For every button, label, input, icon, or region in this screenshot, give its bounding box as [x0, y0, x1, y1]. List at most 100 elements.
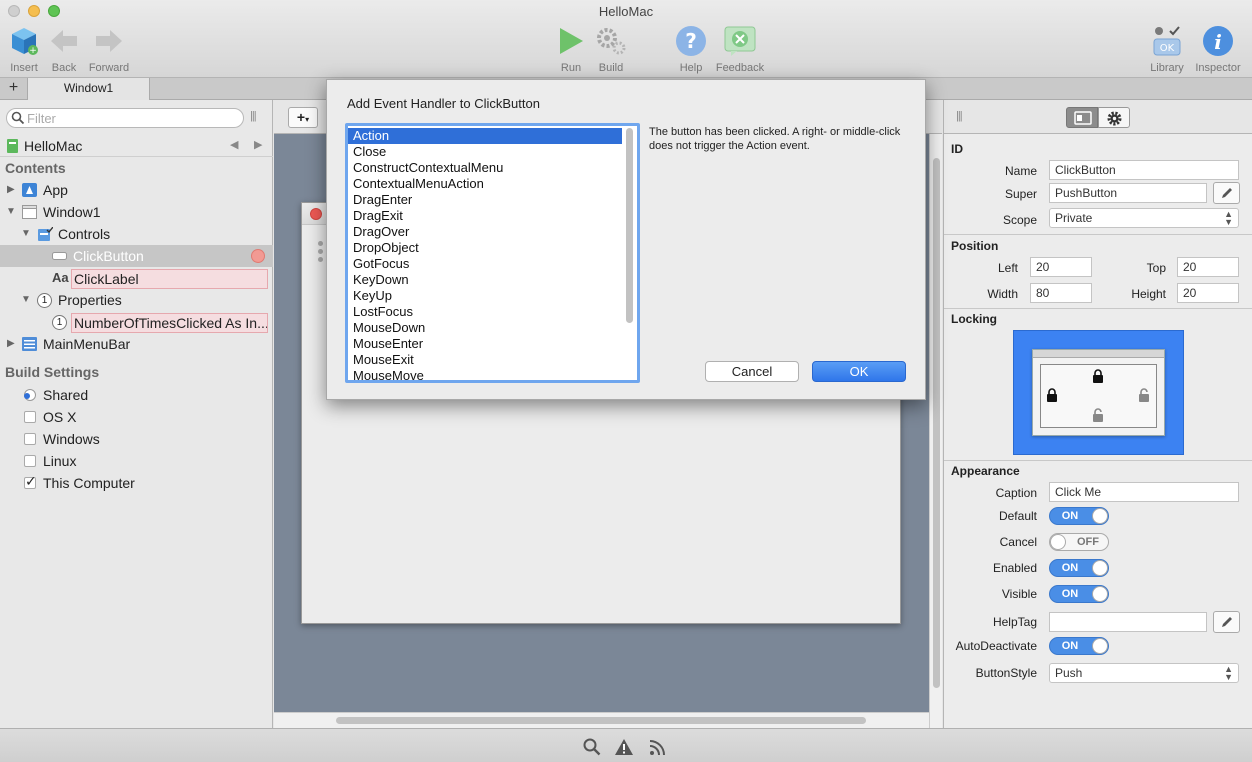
tree-item-window1[interactable]: ▼ Window1	[0, 201, 273, 223]
build-windows[interactable]: Windows	[0, 428, 273, 450]
ok-button[interactable]: OK	[812, 361, 906, 382]
event-item[interactable]: ConstructContextualMenu	[348, 160, 622, 176]
filter-input[interactable]	[27, 110, 237, 126]
lock-left-icon[interactable]	[1046, 388, 1058, 402]
shared-radio-dot-icon	[24, 393, 30, 399]
helptag-edit-button[interactable]	[1213, 611, 1240, 633]
inspector-options-icon[interactable]: |||	[956, 110, 963, 122]
event-list-scrollbar[interactable]	[624, 128, 634, 378]
event-item[interactable]: GotFocus	[348, 256, 622, 272]
horizontal-scrollbar[interactable]	[274, 712, 929, 728]
event-item[interactable]: Action	[348, 128, 622, 144]
helptag-field[interactable]	[1049, 612, 1207, 632]
event-item[interactable]: Close	[348, 144, 622, 160]
disclosure-right-icon[interactable]: ▶	[7, 179, 15, 201]
buttonstyle-select[interactable]: Push ▲ ▼	[1049, 663, 1239, 683]
build-this-computer[interactable]: ✓ This Computer	[0, 472, 273, 494]
event-item[interactable]: MouseExit	[348, 352, 622, 368]
visible-toggle[interactable]: ON	[1049, 585, 1109, 603]
project-name: HelloMac	[24, 138, 83, 154]
event-badge-icon[interactable]	[251, 249, 265, 263]
super-edit-button[interactable]	[1213, 182, 1240, 204]
help-button[interactable]: ? Help	[663, 24, 719, 74]
new-tab-button[interactable]: +	[0, 78, 28, 100]
build-osx[interactable]: OS X	[0, 406, 273, 428]
nav-forward-icon[interactable]: ▶	[254, 134, 262, 156]
disclosure-down-icon[interactable]: ▼	[21, 223, 31, 245]
locking-header: Locking	[951, 312, 998, 326]
divider	[0, 156, 273, 157]
windows-checkbox[interactable]	[24, 433, 36, 445]
horizontal-scroll-thumb[interactable]	[336, 717, 866, 724]
enabled-toggle[interactable]: ON	[1049, 559, 1109, 577]
vertical-scroll-thumb[interactable]	[933, 158, 940, 688]
warning-icon[interactable]	[614, 738, 634, 756]
search-icon	[11, 111, 25, 125]
build-shared[interactable]: Shared	[0, 384, 273, 406]
linux-checkbox[interactable]	[24, 455, 36, 467]
cancel-button[interactable]: Cancel	[705, 361, 799, 382]
event-list[interactable]: Action Close ConstructContextualMenu Contex…	[345, 123, 640, 383]
event-item[interactable]: DropObject	[348, 240, 622, 256]
tree-item-clicklabel[interactable]: Aa ClickLabel	[0, 267, 273, 289]
nav-back-icon[interactable]: ◀	[230, 134, 238, 156]
unlock-right-icon[interactable]	[1138, 388, 1150, 402]
autodeactivate-toggle[interactable]: ON	[1049, 637, 1109, 655]
event-item[interactable]: KeyDown	[348, 272, 622, 288]
build-settings-header: Build Settings	[5, 364, 100, 380]
tab-window1[interactable]: Window1	[28, 78, 150, 100]
event-item[interactable]: DragOver	[348, 224, 622, 240]
settings-tab-button[interactable]	[1098, 107, 1130, 128]
search-icon[interactable]	[583, 738, 601, 756]
tree-item-properties[interactable]: ▼ 1 Properties	[0, 289, 273, 311]
library-button[interactable]: OK Library	[1139, 24, 1195, 74]
id-tab-button[interactable]	[1066, 107, 1098, 128]
top-field[interactable]: 20	[1177, 257, 1239, 277]
add-event-handler-dialog: Add Event Handler to ClickButton Action C…	[326, 79, 926, 400]
menubar-icon	[22, 337, 37, 351]
event-item[interactable]: KeyUp	[348, 288, 622, 304]
tree-item-app[interactable]: ▶ App	[0, 179, 273, 201]
disclosure-right-icon[interactable]: ▶	[7, 333, 15, 355]
build-button[interactable]: Build	[583, 24, 639, 74]
event-item[interactable]: MouseMove	[348, 368, 622, 380]
left-field[interactable]: 20	[1030, 257, 1092, 277]
navigator-sidebar: ||| HelloMac ◀ ▶ Contents ▶ App ▼ Window…	[0, 100, 273, 728]
unlock-bottom-icon[interactable]	[1092, 408, 1104, 422]
inspector-button[interactable]: i Inspector	[1190, 24, 1246, 74]
divider	[944, 308, 1252, 309]
tree-item-mainmenubar[interactable]: ▶ MainMenuBar	[0, 333, 273, 355]
disclosure-down-icon[interactable]: ▼	[21, 289, 31, 311]
add-control-menu-button[interactable]: +▾	[288, 107, 318, 128]
help-question-icon: ?	[676, 26, 706, 56]
height-field[interactable]: 20	[1177, 283, 1239, 303]
event-item[interactable]: ContextualMenuAction	[348, 176, 622, 192]
caption-field[interactable]: Click Me	[1049, 482, 1239, 502]
rss-feed-icon[interactable]	[649, 738, 667, 756]
project-row[interactable]: HelloMac ◀ ▶	[0, 135, 273, 157]
event-item[interactable]: DragEnter	[348, 192, 622, 208]
lock-top-icon[interactable]	[1092, 369, 1104, 383]
super-field[interactable]: PushButton	[1049, 183, 1207, 203]
event-item[interactable]: MouseDown	[348, 320, 622, 336]
default-toggle[interactable]: ON	[1049, 507, 1109, 525]
dialog-title: Add Event Handler to ClickButton	[347, 96, 540, 111]
disclosure-down-icon[interactable]: ▼	[6, 201, 16, 223]
tree-item-controls[interactable]: ▼ Controls	[0, 223, 273, 245]
cancel-toggle[interactable]: OFF	[1049, 533, 1109, 551]
name-field[interactable]: ClickButton	[1049, 160, 1239, 180]
feedback-button[interactable]: Feedback	[712, 24, 768, 74]
forward-button[interactable]: Forward	[81, 24, 137, 74]
build-linux[interactable]: Linux	[0, 450, 273, 472]
event-list-scroll-thumb[interactable]	[626, 128, 633, 323]
tree-item-property[interactable]: 1 NumberOfTimesClicked As In...	[0, 311, 273, 333]
sidebar-options-icon[interactable]: |||	[250, 110, 257, 122]
event-item[interactable]: MouseEnter	[348, 336, 622, 352]
vertical-scrollbar[interactable]	[929, 134, 942, 728]
scope-select[interactable]: Private ▲ ▼	[1049, 208, 1239, 228]
event-item[interactable]: LostFocus	[348, 304, 622, 320]
osx-checkbox[interactable]	[24, 411, 36, 423]
tree-item-clickbutton[interactable]: ClickButton	[0, 245, 273, 267]
width-field[interactable]: 80	[1030, 283, 1092, 303]
event-item[interactable]: DragExit	[348, 208, 622, 224]
